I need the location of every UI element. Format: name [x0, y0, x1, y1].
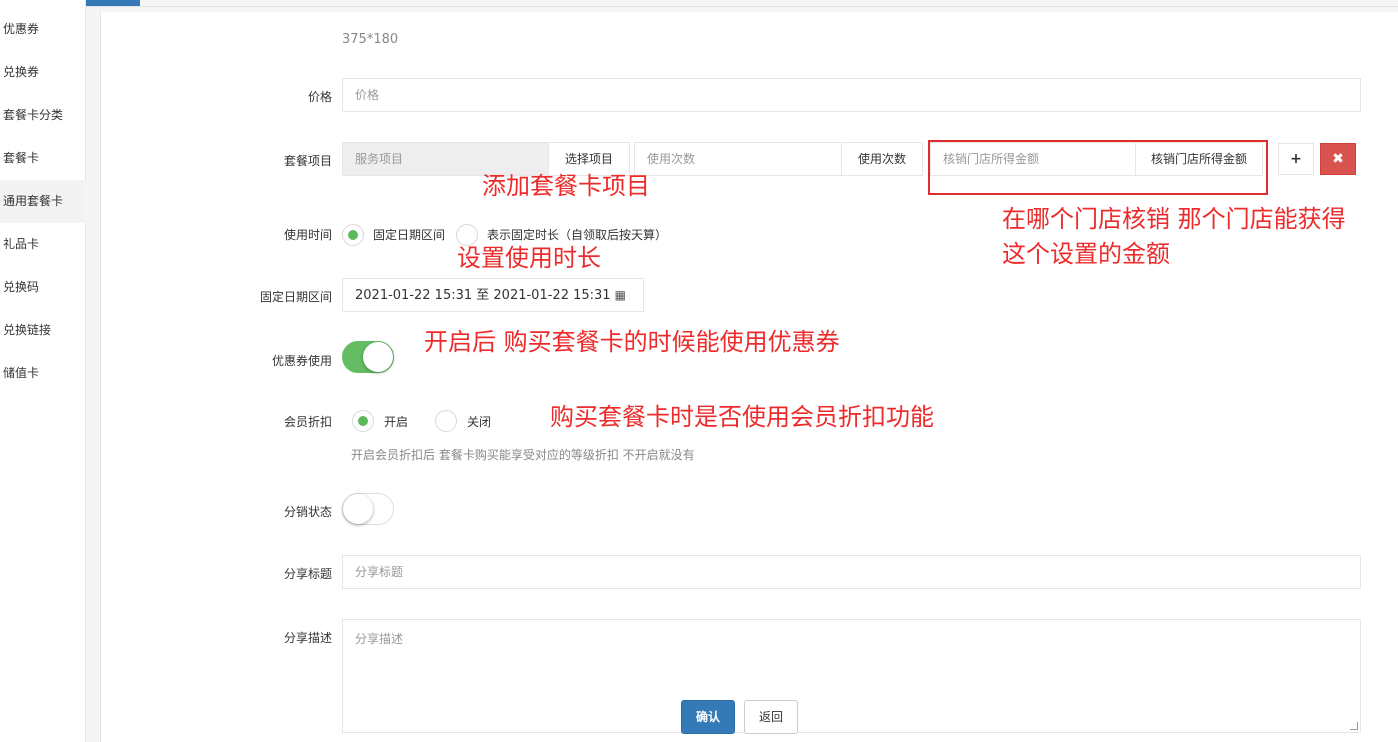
package-items-label: 套餐项目: [283, 154, 332, 168]
annotation-add-item: 添加套餐卡项目: [482, 172, 650, 200]
use-times-input[interactable]: [634, 142, 842, 176]
resize-handle[interactable]: [1350, 722, 1358, 730]
sidebar-item-general-package-card[interactable]: 通用套餐卡: [0, 180, 86, 223]
annotation-member-note: 购买套餐卡时是否使用会员折扣功能: [550, 403, 934, 431]
add-item-button[interactable]: +: [1278, 143, 1314, 175]
member-discount-label: 会员折扣: [283, 415, 332, 429]
annotation-set-duration: 设置使用时长: [457, 244, 601, 272]
use-time-label: 使用时间: [283, 228, 332, 242]
use-time-fixed-label: 固定日期区间: [373, 228, 446, 242]
distribution-label: 分销状态: [283, 505, 332, 519]
coupon-use-label: 优惠券使用: [271, 354, 332, 368]
annotation-store-line1: 在哪个门店核销 那个门店能获得: [1002, 205, 1346, 233]
delete-item-button[interactable]: ✖: [1320, 143, 1356, 175]
sidebar-item-gift-card[interactable]: 礼品卡: [0, 223, 86, 266]
share-title-input[interactable]: [342, 555, 1361, 589]
member-discount-on-radio[interactable]: [352, 410, 374, 432]
sidebar-item-redeem-code[interactable]: 兑换码: [0, 266, 86, 309]
share-desc-placeholder: 分享描述: [355, 632, 404, 646]
sidebar-item-coupon[interactable]: 优惠券: [0, 8, 86, 51]
coupon-use-switch[interactable]: [342, 341, 394, 373]
tab-bar-divider: [86, 6, 1398, 7]
switch-knob: [363, 342, 393, 372]
date-range-input[interactable]: 2021-01-22 15:31 至 2021-01-22 15:31 ▦: [342, 278, 644, 312]
sidebar-item-package-card[interactable]: 套餐卡: [0, 137, 86, 180]
price-input[interactable]: [342, 78, 1361, 112]
form-panel: 375*180 价格 套餐项目 选择项目 使用次数 核销门店所得金额 + ✖ 使…: [100, 12, 1398, 742]
use-time-fixed-radio[interactable]: [342, 224, 364, 246]
switch-knob: [343, 494, 373, 524]
member-discount-on-label: 开启: [384, 415, 409, 429]
confirm-button[interactable]: 确认: [681, 700, 735, 734]
sidebar: 优惠券 兑换券 套餐卡分类 套餐卡 通用套餐卡 礼品卡 兑换码 兑换链接 储值卡: [0, 0, 86, 742]
store-amount-highlight-box: [928, 140, 1268, 195]
annotation-coupon-note: 开启后 购买套餐卡的时候能使用优惠券: [424, 328, 840, 356]
back-button[interactable]: 返回: [744, 700, 798, 734]
sidebar-item-package-category[interactable]: 套餐卡分类: [0, 94, 86, 137]
calendar-icon: ▦: [614, 288, 626, 302]
member-discount-off-radio[interactable]: [435, 410, 457, 432]
share-desc-textarea[interactable]: 分享描述: [342, 619, 1361, 733]
date-range-label: 固定日期区间: [259, 290, 332, 304]
sidebar-item-stored-value-card[interactable]: 储值卡: [0, 352, 86, 395]
member-discount-hint: 开启会员折扣后 套餐卡购买能享受对应的等级折扣 不开启就没有: [351, 448, 695, 462]
use-times-addon: 使用次数: [841, 142, 923, 176]
plus-icon: +: [1290, 151, 1302, 167]
member-discount-off-label: 关闭: [467, 415, 492, 429]
use-time-duration-label: 表示固定时长（自领取后按天算）: [487, 228, 668, 242]
image-size-hint: 375*180: [342, 32, 399, 47]
date-range-value: 2021-01-22 15:31 至 2021-01-22 15:31: [355, 288, 611, 303]
distribution-switch[interactable]: [342, 493, 394, 525]
sidebar-item-redeem-link[interactable]: 兑换链接: [0, 309, 86, 352]
price-label: 价格: [307, 90, 332, 104]
share-desc-label: 分享描述: [283, 631, 332, 645]
share-title-label: 分享标题: [283, 567, 332, 581]
close-icon: ✖: [1332, 151, 1344, 167]
sidebar-item-voucher[interactable]: 兑换券: [0, 51, 86, 94]
annotation-store-line2: 这个设置的金额: [1002, 240, 1170, 268]
